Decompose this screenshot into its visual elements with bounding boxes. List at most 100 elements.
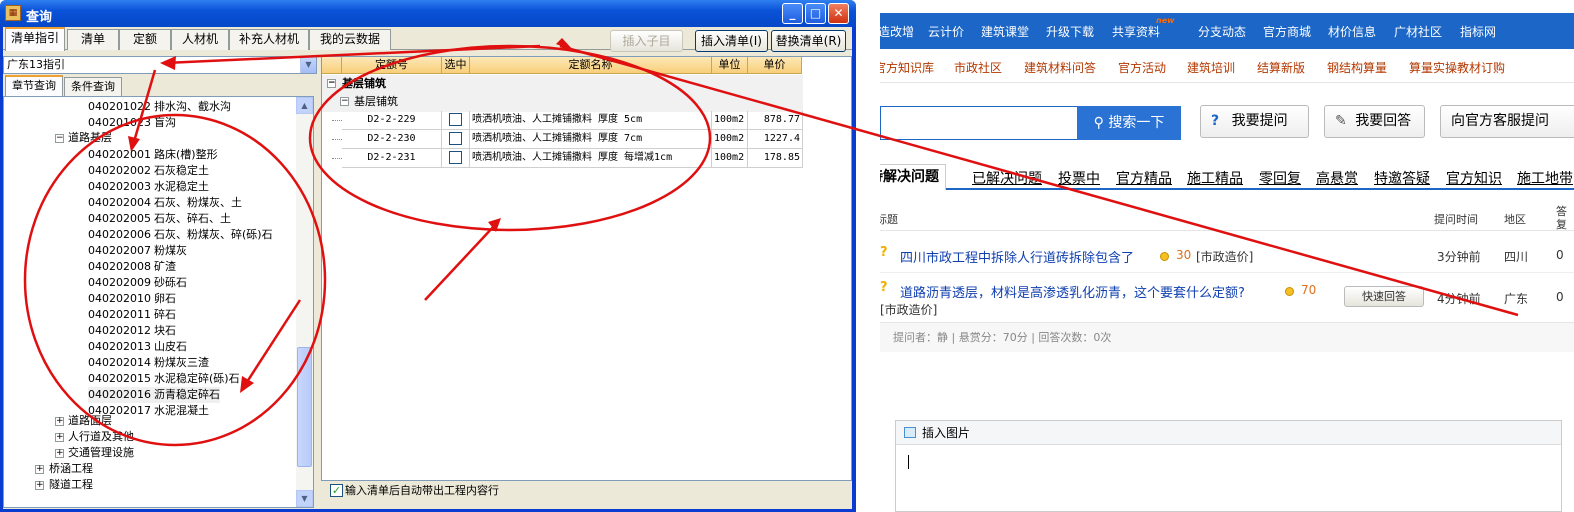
collapse-icon[interactable]: − bbox=[327, 79, 336, 88]
scroll-up-icon[interactable]: ▲ bbox=[296, 97, 313, 114]
tree-node-sidewalk[interactable]: 人行道及其他 bbox=[68, 429, 134, 445]
tree-node-road-surface[interactable]: 道路面层 bbox=[68, 413, 112, 429]
sub-nav-link[interactable]: 结算新版 bbox=[1257, 59, 1305, 76]
quota-row[interactable]: D2-2-231 喷洒机喷油、人工摊铺撒料 厚度 每增减1cm 100m2 178.8… bbox=[322, 149, 803, 168]
header-unit[interactable]: 单位 bbox=[712, 57, 748, 74]
tree-leaf[interactable]: 040202015 水泥稳定碎(砾)石 bbox=[88, 371, 240, 387]
tree-scrollbar[interactable]: ▲ ▼ bbox=[296, 97, 313, 507]
tree-leaf[interactable]: 040202013 山皮石 bbox=[88, 339, 187, 355]
scroll-thumb[interactable] bbox=[297, 347, 312, 467]
tab-official-knowledge[interactable]: 官方知识 bbox=[1446, 168, 1502, 188]
header-code[interactable]: 定额号 bbox=[342, 57, 442, 74]
sub-nav-link[interactable]: 建筑培训 bbox=[1187, 59, 1235, 76]
nav-link[interactable]: 材价信息 bbox=[1328, 23, 1376, 40]
sub-nav-link[interactable]: 市政社区 bbox=[954, 59, 1002, 76]
tab-chapter-query[interactable]: 章节查询 bbox=[5, 75, 63, 96]
sub-nav-link[interactable]: 钢结构算量 bbox=[1327, 59, 1387, 76]
quota-row[interactable]: D2-2-230 喷洒机喷油、人工摊铺撒料 厚度 7cm 100m2 1227.4 bbox=[322, 130, 803, 149]
search-button[interactable]: ⚲ 搜索一下 bbox=[1077, 106, 1181, 140]
expand-icon[interactable]: + bbox=[35, 465, 44, 474]
tab-invited[interactable]: 特邀答疑 bbox=[1374, 168, 1430, 188]
tree-leaf[interactable]: 040202016 沥青稳定碎石 bbox=[88, 387, 220, 403]
nav-link[interactable]: 升级下载 bbox=[1046, 23, 1094, 40]
question-link[interactable]: 道路沥青透层，材料是高渗透乳化沥青，这个要套什么定额? bbox=[900, 282, 1245, 301]
tree-leaf[interactable]: 040201023 盲沟 bbox=[88, 115, 176, 131]
answer-button[interactable]: ✎ 我要回答 bbox=[1324, 105, 1425, 138]
tree-leaf[interactable]: 040202007 粉煤灰 bbox=[88, 243, 187, 259]
tree-leaf[interactable]: 040202011 碎石 bbox=[88, 307, 176, 323]
select-checkbox[interactable] bbox=[449, 151, 462, 164]
minimize-button[interactable]: _ bbox=[782, 3, 803, 24]
tab-construction-zone[interactable]: 施工地带 bbox=[1517, 168, 1573, 188]
subgroup-row[interactable]: − 基层铺筑 bbox=[322, 93, 803, 112]
tree-leaf[interactable]: 040202006 石灰、粉煤灰、碎(砾)石 bbox=[88, 227, 273, 243]
tab-zero-reply[interactable]: 零回复 bbox=[1259, 168, 1301, 188]
tree-leaf[interactable]: 040202005 石灰、碎石、土 bbox=[88, 211, 231, 227]
tab-construction-best[interactable]: 施工精品 bbox=[1187, 168, 1243, 188]
tree-leaf[interactable]: 040202004 石灰、粉煤灰、土 bbox=[88, 195, 242, 211]
nav-link[interactable]: 建筑课堂 bbox=[981, 23, 1029, 40]
header-price[interactable]: 单价 bbox=[748, 57, 802, 74]
tab-high-reward[interactable]: 高悬赏 bbox=[1316, 168, 1358, 188]
quota-row[interactable]: D2-2-229 喷洒机喷油、人工摊铺撒料 厚度 5cm 100m2 878.77 bbox=[322, 111, 803, 130]
tree-leaf[interactable]: 040202010 卵石 bbox=[88, 291, 176, 307]
category-tag[interactable]: [市政造价] bbox=[880, 301, 937, 318]
collapse-icon[interactable]: − bbox=[340, 97, 349, 106]
scroll-down-icon[interactable]: ▼ bbox=[296, 490, 313, 507]
select-checkbox[interactable] bbox=[449, 113, 462, 126]
chapter-tree[interactable]: 040201022 排水沟、截水沟 040201023 盲沟 − 道路基层 0402… bbox=[3, 96, 314, 508]
tab-solved[interactable]: 已解决问题 bbox=[972, 168, 1042, 188]
tab-list-guide[interactable]: 清单指引 bbox=[5, 27, 65, 51]
sub-nav-link[interactable]: 官方知识库 bbox=[880, 59, 934, 76]
close-button[interactable]: ✕ bbox=[828, 3, 849, 24]
tree-leaf[interactable]: 040201022 排水沟、截水沟 bbox=[88, 99, 231, 115]
sub-nav-link[interactable]: 建筑材料问答 bbox=[1024, 59, 1096, 76]
category-tag[interactable]: [市政造价] bbox=[1196, 248, 1253, 265]
tree-leaf[interactable]: 040202002 石灰稳定土 bbox=[88, 163, 209, 179]
tree-node-traffic[interactable]: 交通管理设施 bbox=[68, 445, 134, 461]
chevron-down-icon[interactable]: ▼ bbox=[300, 57, 316, 73]
search-input[interactable] bbox=[880, 106, 1078, 140]
quota-grid[interactable]: 定额号 选中 定额名称 单位 单价 − 基层铺筑 − 基层铺筑 D2-2-229… bbox=[321, 56, 852, 481]
group-row[interactable]: − 基层铺筑 bbox=[322, 75, 803, 94]
tab-list[interactable]: 清单 bbox=[67, 29, 119, 50]
service-ask-button[interactable]: 向官方客服提问 bbox=[1440, 105, 1574, 138]
nav-link[interactable]: 造改增 bbox=[880, 23, 914, 40]
tree-node-bridge[interactable]: 桥涵工程 bbox=[49, 461, 93, 477]
tree-leaf[interactable]: 040202003 水泥稳定土 bbox=[88, 179, 209, 195]
tree-node-road-base[interactable]: 道路基层 bbox=[68, 130, 112, 146]
nav-link[interactable]: 广材社区 bbox=[1394, 23, 1442, 40]
select-checkbox[interactable] bbox=[449, 132, 462, 145]
tree-leaf[interactable]: 040202001 路床(槽)整形 bbox=[88, 147, 218, 163]
sub-nav-link[interactable]: 官方活动 bbox=[1118, 59, 1166, 76]
insert-child-button[interactable]: 插入子目 bbox=[610, 30, 683, 52]
collapse-icon[interactable]: − bbox=[55, 134, 64, 143]
tree-leaf[interactable]: 040202008 矿渣 bbox=[88, 259, 176, 275]
image-icon[interactable] bbox=[904, 427, 916, 438]
header-select[interactable]: 选中 bbox=[442, 57, 470, 74]
question-link[interactable]: 四川市政工程中拆除人行道砖拆除包含了 bbox=[900, 247, 1134, 266]
auto-content-option[interactable]: ✓ 输入清单后自动带出工程内容行 bbox=[325, 481, 625, 501]
tab-quota[interactable]: 定额 bbox=[119, 29, 171, 50]
auto-content-checkbox[interactable]: ✓ bbox=[330, 484, 343, 497]
expand-icon[interactable]: + bbox=[55, 449, 64, 458]
insert-list-button[interactable]: 插入清单(I) bbox=[695, 30, 768, 52]
tree-leaf[interactable]: 040202009 砂砾石 bbox=[88, 275, 187, 291]
expand-icon[interactable]: + bbox=[55, 417, 64, 426]
ask-button[interactable]: ? 我要提问 bbox=[1200, 105, 1309, 138]
tab-cloud-data[interactable]: 我的云数据 bbox=[309, 29, 391, 50]
tab-unsolved[interactable]: 待解决问题 bbox=[880, 164, 946, 190]
tab-resources[interactable]: 人材机 bbox=[171, 29, 229, 50]
nav-link[interactable]: 分支动态 bbox=[1198, 23, 1246, 40]
tree-leaf[interactable]: 040202012 块石 bbox=[88, 323, 176, 339]
header-name[interactable]: 定额名称 bbox=[470, 57, 712, 74]
tab-condition-query[interactable]: 条件查询 bbox=[64, 77, 122, 96]
tree-node-tunnel[interactable]: 隧道工程 bbox=[49, 477, 93, 493]
expand-icon[interactable]: + bbox=[55, 433, 64, 442]
sub-nav-link[interactable]: 算量实操教材订购 bbox=[1409, 59, 1505, 76]
expand-icon[interactable]: + bbox=[35, 481, 44, 490]
nav-link[interactable]: 共享资料 new bbox=[1112, 16, 1175, 40]
guide-select[interactable]: 广东13指引 ▼ bbox=[3, 56, 317, 74]
tab-voting[interactable]: 投票中 bbox=[1058, 168, 1100, 188]
title-bar[interactable]: ▦ 查询 _ □ ✕ bbox=[0, 0, 856, 27]
